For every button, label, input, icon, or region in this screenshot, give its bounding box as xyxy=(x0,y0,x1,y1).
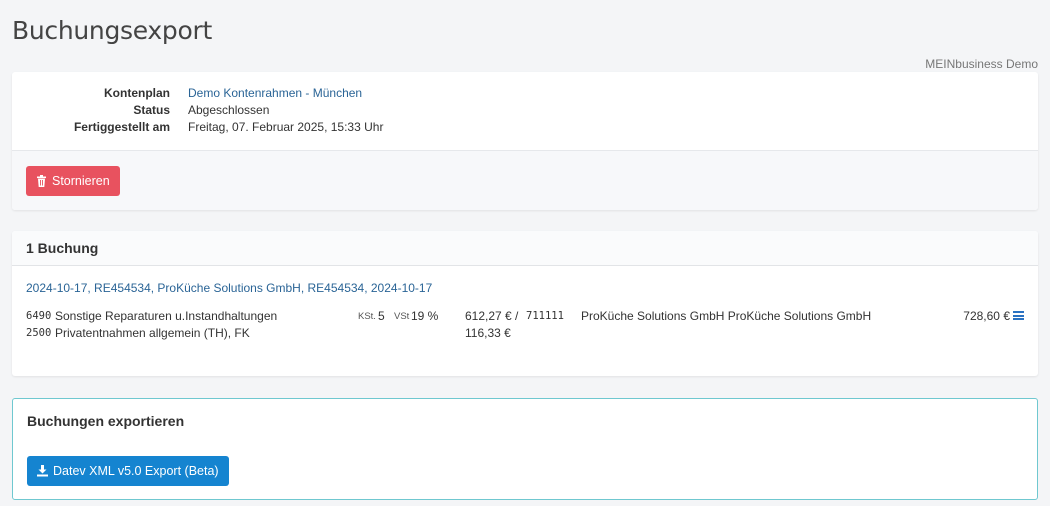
tenant-name: MEINbusiness Demo xyxy=(925,57,1038,71)
line-amount: 612,27 € xyxy=(465,309,512,323)
account-name: Privatentnahmen allgemein (TH), FK xyxy=(55,326,250,340)
kst-value: 5 xyxy=(378,309,385,323)
datev-export-button[interactable]: Datev XML v5.0 Export (Beta) xyxy=(27,456,229,486)
separator: / xyxy=(515,309,519,323)
counter-account-number: 711111 xyxy=(526,310,564,322)
info-row-status: Status Abgeschlossen xyxy=(12,102,1038,119)
cancel-button[interactable]: Stornieren xyxy=(26,166,120,196)
booking-link[interactable]: 2024-10-17, RE454534, ProKüche Solutions… xyxy=(26,281,432,295)
info-label: Kontenplan xyxy=(104,86,170,100)
kontenplan-link[interactable]: Demo Kontenrahmen - München xyxy=(188,85,362,102)
booking-total: 728,60 € xyxy=(963,309,1010,323)
page-title: Buchungsexport xyxy=(12,16,212,45)
vst-value: 19 % xyxy=(411,309,439,323)
line-amount: 116,33 € xyxy=(465,326,511,340)
bookings-count-heading: 1 Buchung xyxy=(12,231,1038,266)
account-number: 6490 xyxy=(26,310,52,322)
counter-account-name: ProKüche Solutions GmbH ProKüche Solutio… xyxy=(581,309,872,323)
export-title: Buchungen exportieren xyxy=(27,413,185,429)
menu-icon[interactable] xyxy=(1013,311,1024,320)
completed-value: Freitag, 07. Februar 2025, 15:33 Uhr xyxy=(188,120,384,134)
export-info-card: Kontenplan Demo Kontenrahmen - München S… xyxy=(12,72,1038,210)
kst-label: KSt. xyxy=(358,311,376,322)
bookings-card: 1 Buchung 2024-10-17, RE454534, ProKüche… xyxy=(12,231,1038,376)
info-row-kontenplan: Kontenplan Demo Kontenrahmen - München xyxy=(12,85,1038,102)
info-row-completed: Fertiggestellt am Freitag, 07. Februar 2… xyxy=(12,119,1038,136)
download-icon xyxy=(37,465,48,477)
export-info-list: Kontenplan Demo Kontenrahmen - München S… xyxy=(12,72,1038,150)
info-card-footer: Stornieren xyxy=(12,150,1038,210)
trash-icon xyxy=(37,175,46,187)
info-label: Status xyxy=(133,103,170,117)
info-label: Fertiggestellt am xyxy=(73,120,170,134)
vst-label: VSt xyxy=(394,311,410,322)
account-number: 2500 xyxy=(26,327,52,339)
status-value: Abgeschlossen xyxy=(188,103,270,117)
export-card: Buchungen exportieren Datev XML v5.0 Exp… xyxy=(12,398,1038,500)
datev-export-button-label: Datev XML v5.0 Export (Beta) xyxy=(53,464,219,478)
cancel-button-label: Stornieren xyxy=(52,174,110,188)
account-name: Sonstige Reparaturen u.Instandhaltungen xyxy=(55,309,278,323)
